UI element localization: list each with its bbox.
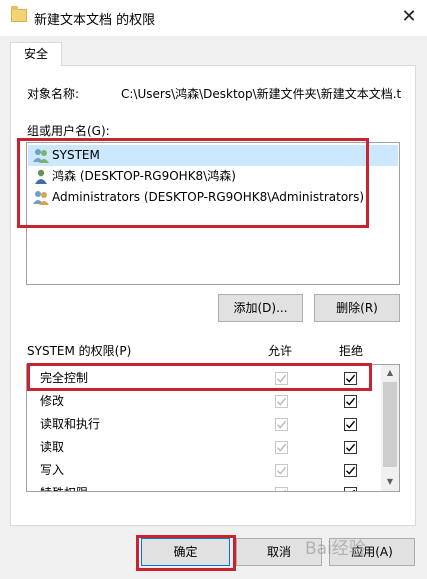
- permission-name: 特殊权限: [40, 482, 88, 491]
- deny-checkbox[interactable]: [344, 441, 357, 454]
- allow-checkbox[interactable]: [275, 418, 288, 431]
- permission-name: 修改: [40, 394, 65, 408]
- tab-security[interactable]: 安全: [10, 42, 62, 66]
- permission-name: 读取: [40, 440, 65, 454]
- add-button[interactable]: 添加(D)...: [218, 294, 303, 322]
- permission-row: 读取: [27, 436, 382, 459]
- ok-button[interactable]: 确定: [141, 538, 230, 566]
- list-item-administrators[interactable]: Administrators (DESKTOP-RG9OHK8\Administ…: [28, 187, 398, 208]
- scroll-thumb[interactable]: [383, 382, 397, 467]
- permission-row: 特殊权限: [27, 482, 382, 491]
- allow-checkbox[interactable]: [275, 487, 288, 491]
- deny-checkbox[interactable]: [344, 418, 357, 431]
- allow-checkbox[interactable]: [275, 441, 288, 454]
- deny-checkbox[interactable]: [344, 464, 357, 477]
- remove-button[interactable]: 删除(R): [314, 294, 400, 322]
- allow-checkbox[interactable]: [275, 464, 288, 477]
- user-group-icon: [33, 191, 49, 205]
- scroll-down-icon[interactable]: ▼: [381, 474, 399, 490]
- allow-checkbox[interactable]: [275, 395, 288, 408]
- permission-row: 写入: [27, 459, 382, 482]
- scroll-up-icon[interactable]: ▲: [381, 365, 399, 381]
- permission-name: 写入: [40, 463, 65, 477]
- permissions-list: 完全控制修改读取和执行读取写入特殊权限: [26, 364, 400, 492]
- allow-checkbox[interactable]: [275, 372, 288, 385]
- permission-row: 读取和执行: [27, 413, 382, 436]
- deny-checkbox[interactable]: [344, 372, 357, 385]
- allow-column-header: 允许: [268, 344, 293, 358]
- object-name-label: 对象名称:: [27, 87, 80, 101]
- permission-row: 修改: [27, 390, 382, 413]
- window-title: 新建文本文档 的权限: [34, 13, 156, 28]
- object-name-value: C:\Users\鸿森\Desktop\新建文件夹\新建文本文档.t: [121, 87, 401, 101]
- user-icon: [35, 169, 47, 184]
- folder-icon: [11, 6, 27, 22]
- permission-row: 完全控制: [27, 367, 382, 390]
- list-item-label: SYSTEM: [52, 148, 100, 162]
- deny-column-header: 拒绝: [339, 344, 364, 358]
- watermark: Bai经验: [305, 539, 366, 559]
- deny-checkbox[interactable]: [344, 395, 357, 408]
- user-group-icon: [33, 149, 49, 163]
- permission-name: 读取和执行: [40, 417, 101, 431]
- permissions-title: SYSTEM 的权限(P): [27, 344, 132, 358]
- list-item-system[interactable]: SYSTEM: [28, 145, 398, 166]
- list-item-label: 鸿森 (DESKTOP-RG9OHK8\鸿森): [52, 169, 236, 183]
- list-item-user[interactable]: 鸿森 (DESKTOP-RG9OHK8\鸿森): [28, 166, 398, 187]
- group-list-label: 组或用户名(G):: [27, 124, 110, 138]
- group-user-list[interactable]: SYSTEM 鸿森 (DESKTOP-RG9OHK8\鸿森) Administr…: [26, 142, 400, 285]
- list-item-label: Administrators (DESKTOP-RG9OHK8\Administ…: [52, 190, 365, 204]
- permission-name: 完全控制: [40, 371, 89, 385]
- deny-checkbox[interactable]: [344, 487, 357, 491]
- close-button[interactable]: ✕: [394, 4, 424, 30]
